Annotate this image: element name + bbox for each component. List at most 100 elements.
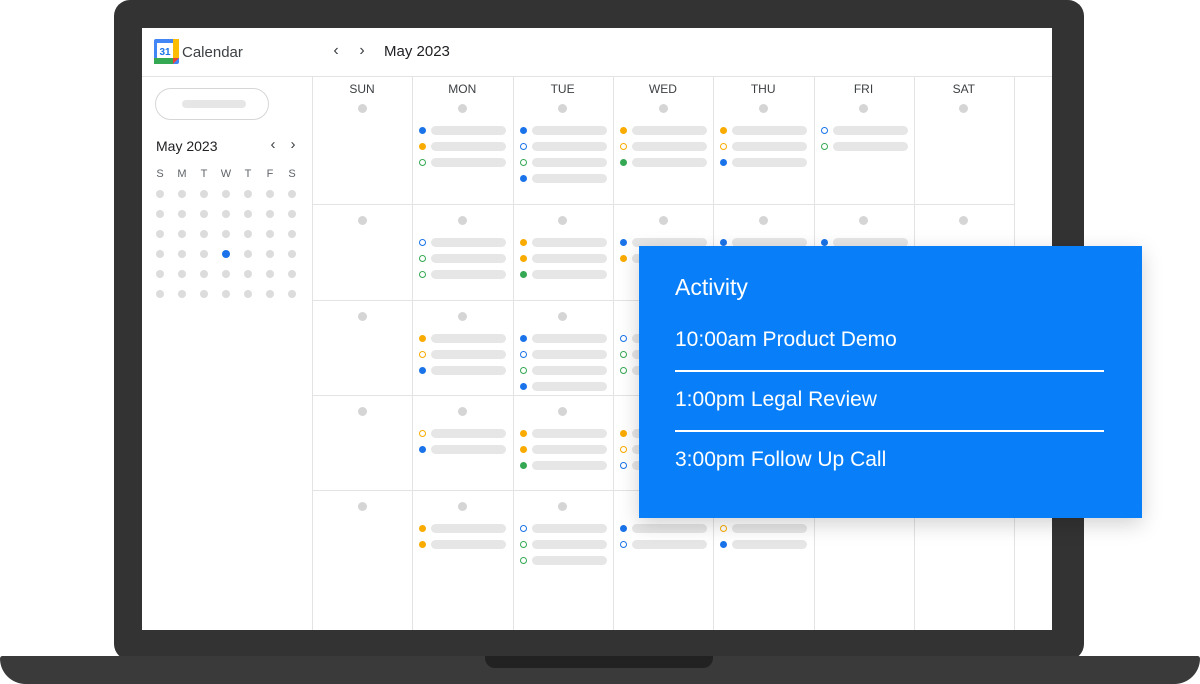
event-chip[interactable] xyxy=(519,238,610,248)
event-chip[interactable] xyxy=(519,270,610,280)
event-chip[interactable] xyxy=(519,445,610,455)
mini-weekday-label: W xyxy=(220,168,232,180)
event-chip[interactable] xyxy=(419,540,509,550)
mini-calendar-day[interactable] xyxy=(156,230,164,238)
event-dot-icon xyxy=(619,430,627,437)
mini-calendar-day[interactable] xyxy=(266,290,274,298)
mini-next-month-button[interactable]: › xyxy=(286,136,300,153)
event-chip[interactable] xyxy=(519,174,610,184)
event-chip[interactable] xyxy=(720,126,810,136)
event-chip[interactable] xyxy=(519,126,610,136)
mini-calendar-day[interactable] xyxy=(200,210,208,218)
event-chip[interactable] xyxy=(820,142,911,152)
mini-calendar-day[interactable] xyxy=(222,210,230,218)
event-chip[interactable] xyxy=(519,540,610,550)
mini-calendar-day[interactable] xyxy=(222,270,230,278)
mini-calendar-day[interactable] xyxy=(222,190,230,198)
mini-calendar-day[interactable] xyxy=(266,250,274,258)
mini-calendar-day[interactable] xyxy=(244,230,252,238)
event-chip[interactable] xyxy=(419,254,509,264)
event-chip[interactable] xyxy=(519,382,610,392)
event-chip[interactable] xyxy=(519,366,610,376)
event-title-placeholder xyxy=(531,238,607,247)
event-chip[interactable] xyxy=(619,158,710,168)
event-chip[interactable] xyxy=(519,142,610,152)
mini-calendar-day[interactable] xyxy=(288,250,296,258)
event-chip[interactable] xyxy=(519,461,610,471)
event-chip[interactable] xyxy=(519,350,610,360)
activity-item[interactable]: 10:00am Product Demo xyxy=(675,328,897,352)
mini-calendar-day[interactable] xyxy=(156,250,164,258)
event-chip[interactable] xyxy=(619,540,710,550)
activity-item[interactable]: 3:00pm Follow Up Call xyxy=(675,448,886,472)
event-chip[interactable] xyxy=(419,366,509,376)
mini-calendar-day[interactable] xyxy=(222,290,230,298)
mini-calendar-day[interactable] xyxy=(288,190,296,198)
mini-calendar-day[interactable] xyxy=(178,270,186,278)
event-chip[interactable] xyxy=(419,350,509,360)
prev-month-button[interactable]: ‹ xyxy=(328,42,344,60)
event-chip[interactable] xyxy=(419,142,509,152)
event-chip[interactable] xyxy=(720,540,810,550)
mini-calendar-day[interactable] xyxy=(288,290,296,298)
event-chip[interactable] xyxy=(419,334,509,344)
event-chip[interactable] xyxy=(419,238,509,248)
mini-calendar-day[interactable] xyxy=(156,290,164,298)
mini-calendar-day[interactable] xyxy=(222,230,230,238)
mini-calendar-day[interactable] xyxy=(266,210,274,218)
event-chip[interactable] xyxy=(419,158,509,168)
event-chip[interactable] xyxy=(720,524,810,534)
mini-calendar-day[interactable] xyxy=(244,290,252,298)
event-chip[interactable] xyxy=(519,429,610,439)
mini-calendar-day[interactable] xyxy=(200,230,208,238)
mini-calendar-day[interactable] xyxy=(178,190,186,198)
mini-calendar-day[interactable] xyxy=(288,210,296,218)
mini-calendar-day[interactable] xyxy=(156,190,164,198)
event-chip[interactable] xyxy=(519,158,610,168)
mini-calendar-day[interactable] xyxy=(288,270,296,278)
mini-calendar-day[interactable] xyxy=(200,190,208,198)
event-chip[interactable] xyxy=(519,334,610,344)
mini-calendar-day[interactable] xyxy=(178,250,186,258)
activity-item[interactable]: 1:00pm Legal Review xyxy=(675,388,877,412)
mini-calendar-day[interactable] xyxy=(266,270,274,278)
event-chip[interactable] xyxy=(519,524,610,534)
event-chip[interactable] xyxy=(419,126,509,136)
event-chip[interactable] xyxy=(419,429,509,439)
mini-calendar-day[interactable] xyxy=(266,230,274,238)
mini-calendar-day[interactable] xyxy=(200,270,208,278)
event-chip[interactable] xyxy=(619,524,710,534)
mini-calendar-day[interactable] xyxy=(266,190,274,198)
mini-calendar-day[interactable] xyxy=(178,230,186,238)
event-chip[interactable] xyxy=(720,142,810,152)
mini-calendar-day[interactable] xyxy=(156,210,164,218)
event-chip[interactable] xyxy=(419,445,509,455)
event-chip[interactable] xyxy=(519,556,610,566)
event-chip[interactable] xyxy=(820,126,911,136)
event-chip[interactable] xyxy=(619,126,710,136)
event-ring-icon xyxy=(619,351,627,358)
event-chip[interactable] xyxy=(419,524,509,534)
mini-calendar-day[interactable] xyxy=(244,190,252,198)
event-title-placeholder xyxy=(732,126,808,135)
mini-calendar-day[interactable] xyxy=(178,290,186,298)
event-chip[interactable] xyxy=(519,254,610,264)
mini-calendar-day[interactable] xyxy=(244,250,252,258)
mini-calendar-day[interactable] xyxy=(200,290,208,298)
mini-calendar-day[interactable] xyxy=(244,210,252,218)
mini-calendar-day[interactable] xyxy=(156,270,164,278)
mini-calendar-day[interactable] xyxy=(244,270,252,278)
event-chip[interactable] xyxy=(720,158,810,168)
event-title-placeholder xyxy=(431,126,507,135)
next-month-button[interactable]: › xyxy=(354,42,370,60)
event-chip[interactable] xyxy=(619,142,710,152)
event-chip[interactable] xyxy=(419,270,509,280)
mini-calendar-day[interactable] xyxy=(178,210,186,218)
mini-calendar-today[interactable] xyxy=(222,250,230,258)
event-dot-icon xyxy=(519,271,527,278)
event-dot-icon xyxy=(720,541,728,548)
mini-calendar-day[interactable] xyxy=(288,230,296,238)
create-button[interactable] xyxy=(155,88,269,120)
mini-calendar-day[interactable] xyxy=(200,250,208,258)
mini-prev-month-button[interactable]: ‹ xyxy=(266,136,280,153)
